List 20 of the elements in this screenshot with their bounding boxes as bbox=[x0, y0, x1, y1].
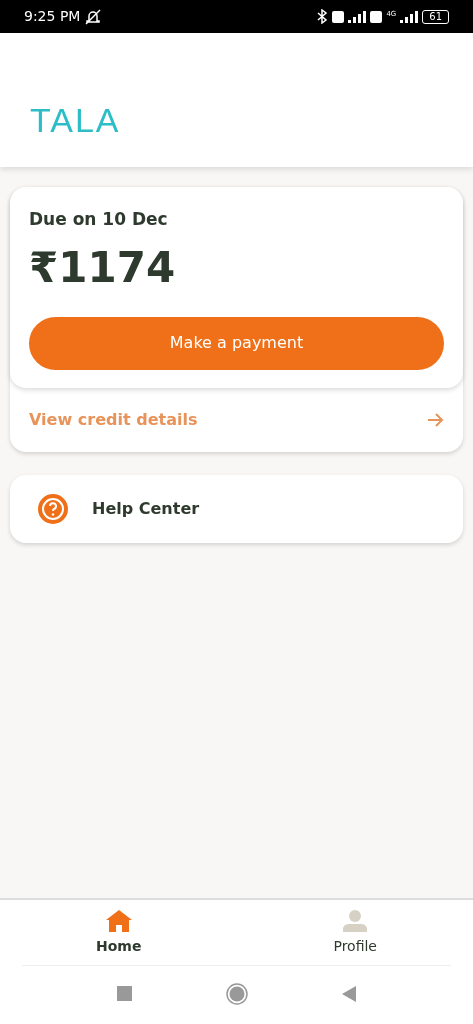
help-center-label[interactable]: Help Center bbox=[92, 496, 200, 521]
help-icon bbox=[38, 493, 68, 524]
bluetooth-icon bbox=[316, 9, 329, 24]
sim-badge-icon bbox=[332, 10, 345, 23]
home-circle-icon[interactable] bbox=[226, 982, 248, 1005]
sim-badge-icon bbox=[370, 10, 383, 23]
arrow-right-icon bbox=[427, 412, 444, 427]
back-icon[interactable] bbox=[342, 985, 356, 1002]
person-icon bbox=[343, 910, 368, 932]
status-time: 9:25 PM bbox=[24, 7, 81, 26]
signal-icon bbox=[400, 10, 419, 23]
due-date-label: Due on 10 Dec bbox=[29, 208, 169, 231]
home-icon bbox=[105, 910, 132, 932]
nav-tab[interactable]: Profile bbox=[313, 900, 397, 957]
muted-bell-icon bbox=[84, 8, 103, 25]
signal-icon bbox=[348, 10, 367, 23]
battery-level: 61 bbox=[422, 9, 449, 24]
nav-tab[interactable]: Home bbox=[76, 900, 162, 957]
logo: TALA bbox=[30, 103, 121, 137]
amount-due: ₹1174 bbox=[29, 246, 177, 289]
